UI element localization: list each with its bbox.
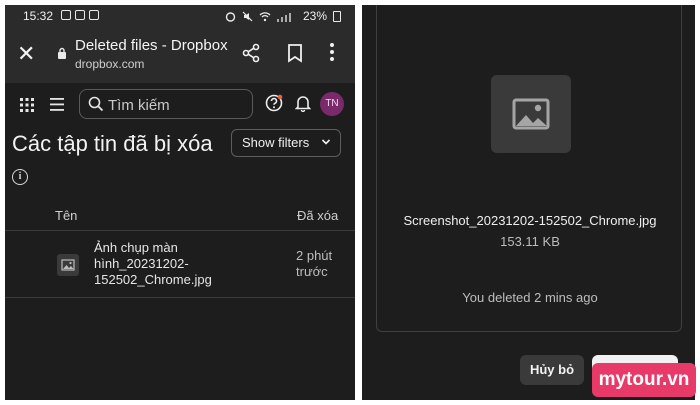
alarm-icon <box>225 11 236 22</box>
search-input[interactable] <box>108 94 248 116</box>
signal-icon <box>276 12 291 22</box>
battery-percent: 23% <box>302 9 327 23</box>
dialog-deleted-info: You deleted 2 mins ago <box>462 290 598 305</box>
app-grid-icon[interactable] <box>20 98 34 112</box>
more-options-icon[interactable] <box>329 41 335 63</box>
lock-icon <box>58 47 66 59</box>
search-icon <box>88 96 104 112</box>
file-details-dialog: Screenshot_20231202-152502_Chrome.jpg 15… <box>362 5 695 400</box>
battery-icon <box>333 10 341 22</box>
column-deleted-header[interactable]: Đã xóa <box>297 208 338 223</box>
bookmark-icon[interactable] <box>287 43 303 63</box>
file-preview-card: Screenshot_20231202-152502_Chrome.jpg 15… <box>376 5 682 332</box>
dialog-file-size: 153.11 KB <box>500 234 560 249</box>
help-icon[interactable] <box>265 94 283 112</box>
gallery-icon <box>75 10 85 20</box>
info-icon[interactable]: i <box>12 169 28 185</box>
status-app-icons <box>61 10 99 20</box>
status-bar: 15:32 23% <box>5 5 355 27</box>
show-filters-label: Show filters <box>242 135 310 150</box>
chevron-down-icon <box>321 139 331 145</box>
instagram-icon <box>61 10 71 20</box>
notifications-bell-icon[interactable] <box>295 94 311 112</box>
status-right: 23% <box>225 9 341 23</box>
show-filters-button[interactable]: Show filters <box>231 129 341 157</box>
browser-url[interactable]: dropbox.com <box>75 57 144 71</box>
file-name[interactable]: Ảnh chụp màn hình_20231202-152502_Chrome… <box>94 240 244 288</box>
table-row[interactable]: Ảnh chụp màn hình_20231202-152502_Chrome… <box>5 232 355 298</box>
hamburger-menu-icon[interactable] <box>50 98 64 111</box>
page-title: Các tập tin đã bị xóa <box>12 131 213 156</box>
screenshot-stage: 15:32 23% ✕ Deleted files - Dropbox drop… <box>0 0 700 405</box>
column-name-header[interactable]: Tên <box>55 208 77 223</box>
user-avatar[interactable]: TN <box>320 92 344 116</box>
status-time: 15:32 <box>23 9 54 23</box>
share-icon[interactable] <box>241 43 261 63</box>
table-header: Tên Đã xóa <box>5 201 355 231</box>
phone-screen: 15:32 23% ✕ Deleted files - Dropbox drop… <box>5 5 355 400</box>
image-preview-icon <box>491 75 571 153</box>
check-icon <box>89 10 99 20</box>
search-box[interactable] <box>79 89 253 119</box>
browser-toolbar: ✕ Deleted files - Dropbox dropbox.com <box>5 27 355 83</box>
deleted-time: 2 phút trước <box>296 248 333 279</box>
watermark-logo: mytour.vn <box>592 363 696 397</box>
dialog-file-name: Screenshot_20231202-152502_Chrome.jpg <box>403 213 657 228</box>
cancel-button[interactable]: Hủy bỏ <box>520 355 584 385</box>
wifi-icon <box>259 11 271 21</box>
close-tab-button[interactable]: ✕ <box>17 43 35 65</box>
dropbox-app-bar: TN <box>5 83 355 129</box>
image-file-icon <box>57 254 79 276</box>
browser-page-title: Deleted files - Dropbox <box>75 37 228 54</box>
mute-icon <box>242 11 253 21</box>
